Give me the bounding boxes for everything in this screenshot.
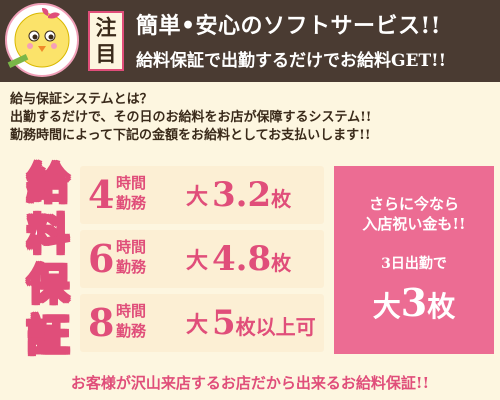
tier-card-6h: 6 時間 勤務 大 4.8枚 xyxy=(80,230,324,288)
badge-bottom-char: 目 xyxy=(95,41,117,66)
intro-line-1: 給与保証システムとは？ xyxy=(10,92,153,107)
subline: 給料保証で出勤するだけでお給料GET!! xyxy=(136,51,447,71)
tier-card-4h: 4 時間 勤務 大 3.2枚 xyxy=(80,166,324,224)
tier-kinmu: 勤務 xyxy=(116,258,147,276)
intro-line-2: 出勤するだけで、その日のお給料をお店が保障するシステム!! xyxy=(10,110,372,125)
guarantee-char: 給 xyxy=(26,159,70,209)
tier-dai: 大 xyxy=(186,312,209,338)
intro-line-3: 勤務時間によって下記の金額をお給料としてお支払いします!! xyxy=(10,128,371,143)
tier-hours: 4 xyxy=(88,172,115,217)
promo-line-2: 入店祝い金も!! xyxy=(362,215,466,233)
guarantee-vertical-label: 給 料 保 証 xyxy=(18,159,78,361)
tier-jikan: 時間 xyxy=(116,174,147,192)
attention-badge: 注 目 xyxy=(88,11,124,71)
headline: 簡単•安心のソフトサービス!! xyxy=(136,13,441,39)
header-banner: 注 目 簡単•安心のソフトサービス!! 給料保証で出勤するだけでお給料GET!! xyxy=(0,0,500,82)
tier-card-8h: 8 時間 勤務 大 5枚以上可 xyxy=(80,294,324,352)
chick-mascot-icon xyxy=(5,3,79,77)
promo-box: さらに今なら 入店祝い金も!! 3日出勤で 大3枚 xyxy=(334,166,494,354)
tier-jikan: 時間 xyxy=(116,302,147,320)
intro-text: 給与保証システムとは？ 出勤するだけで、その日のお給料をお店が保障するシステム!… xyxy=(10,91,492,145)
tier-amount: 4.8枚 xyxy=(212,239,292,279)
tier-amount: 3.2枚 xyxy=(212,175,292,215)
promo-line-3: 3日出勤で xyxy=(381,256,447,272)
tier-kinmu: 勤務 xyxy=(116,322,147,340)
footer-tagline: お客様が沢山来店するお店だから出来るお給料保証!! xyxy=(70,374,430,392)
tier-hours: 8 xyxy=(88,300,115,345)
tier-amount: 5枚以上可 xyxy=(212,303,316,343)
tier-hours: 6 xyxy=(88,236,115,281)
tier-dai: 大 xyxy=(186,248,209,274)
tier-kinmu: 勤務 xyxy=(116,194,147,212)
promo-big-amount: 大3枚 xyxy=(372,280,456,325)
guarantee-char: 料 xyxy=(26,209,70,259)
promo-line-1: さらに今なら xyxy=(368,195,459,213)
guarantee-char: 証 xyxy=(26,310,70,360)
badge-top-char: 注 xyxy=(95,15,117,40)
tier-dai: 大 xyxy=(186,184,209,210)
tier-jikan: 時間 xyxy=(116,238,147,256)
guarantee-char: 保 xyxy=(26,260,70,310)
